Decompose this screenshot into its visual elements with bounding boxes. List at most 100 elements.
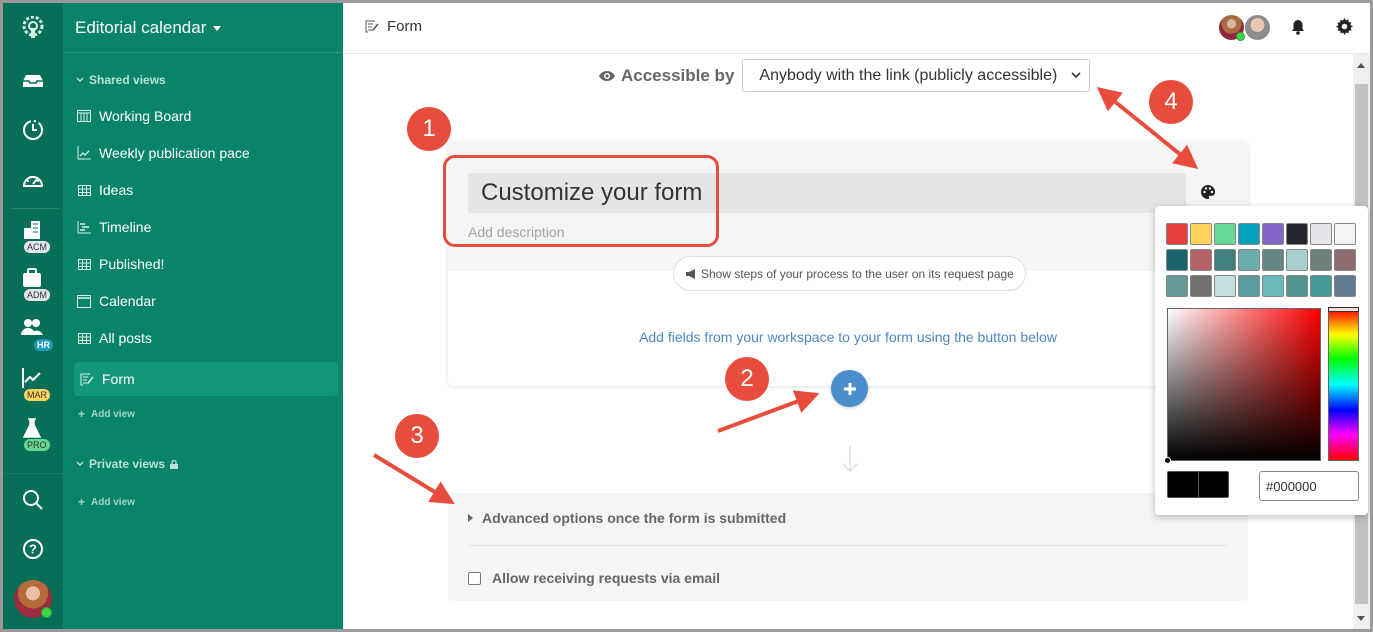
view-label: Published! — [99, 256, 165, 272]
color-swatch[interactable] — [1166, 275, 1188, 297]
briefcase-icon — [23, 268, 41, 287]
color-swatch[interactable] — [1334, 249, 1356, 271]
views-sidebar: Editorial calendar Shared views Working … — [63, 3, 343, 629]
hex-color-input[interactable]: #000000 — [1259, 471, 1359, 501]
palette-icon[interactable] — [1200, 184, 1216, 200]
logo-tree-icon[interactable] — [3, 3, 63, 52]
rail-divider — [11, 208, 59, 209]
caret-right-icon — [468, 514, 473, 522]
dashboard-gauge-icon[interactable] — [3, 160, 63, 200]
color-swatch[interactable] — [1190, 249, 1212, 271]
workspace-badge: ADM — [24, 289, 50, 301]
view-item-form[interactable]: Form — [74, 362, 338, 396]
online-status-dot — [1236, 32, 1245, 41]
add-field-button[interactable] — [831, 370, 868, 407]
inbox-icon[interactable] — [3, 61, 63, 101]
access-select[interactable]: Anybody with the link (publicly accessib… — [742, 59, 1091, 92]
color-swatch[interactable] — [1214, 223, 1236, 245]
workspace-pro[interactable]: PRO — [3, 417, 63, 461]
email-requests-checkbox[interactable] — [468, 571, 481, 585]
color-swatch[interactable] — [1262, 223, 1284, 245]
saturation-handle[interactable] — [1164, 457, 1171, 464]
previous-color — [1168, 472, 1199, 497]
help-icon[interactable]: ? — [3, 529, 63, 569]
section-label: Shared views — [89, 73, 166, 87]
shared-views-section[interactable]: Shared views — [76, 73, 166, 87]
color-swatch[interactable] — [1334, 223, 1356, 245]
add-private-view-button[interactable]: + Add view — [78, 495, 135, 509]
view-item-all-posts[interactable]: All posts — [71, 321, 335, 355]
view-item-timeline[interactable]: Timeline — [71, 210, 335, 244]
access-row: Accessible by Anybody with the link (pub… — [598, 59, 1091, 92]
view-item-ideas[interactable]: Ideas — [71, 173, 335, 207]
advanced-options-toggle[interactable]: Advanced options once the form is submit… — [468, 510, 786, 526]
color-swatch[interactable] — [1286, 275, 1308, 297]
email-requests-row: Allow receiving requests via email — [468, 570, 720, 586]
clock-icon[interactable] — [3, 110, 63, 150]
color-swatch[interactable] — [1310, 275, 1332, 297]
access-label: Accessible by — [598, 66, 734, 86]
workspace-mar[interactable]: MAR — [3, 367, 63, 411]
view-item-published[interactable]: Published! — [71, 247, 335, 281]
color-swatch[interactable] — [1310, 223, 1332, 245]
scroll-up-arrow[interactable] — [1357, 63, 1365, 68]
svg-text:?: ? — [29, 542, 37, 557]
user-avatar[interactable] — [14, 580, 52, 618]
color-swatch[interactable] — [1214, 275, 1236, 297]
timeline-icon — [76, 219, 92, 235]
workspace-hr[interactable]: HR — [3, 317, 63, 361]
divider — [468, 545, 1228, 546]
view-label: All posts — [99, 330, 152, 346]
section-label: Private views — [89, 457, 166, 471]
search-icon[interactable] — [3, 480, 63, 520]
hue-handle[interactable] — [1328, 307, 1359, 312]
color-swatch[interactable] — [1286, 249, 1308, 271]
megaphone-icon — [686, 268, 695, 279]
flask-icon — [22, 418, 42, 438]
caret-down-icon — [213, 26, 222, 31]
view-item-working-board[interactable]: Working Board — [71, 99, 335, 133]
workspace-acm[interactable]: ACM — [3, 219, 63, 263]
add-fields-help-text: Add fields from your workspace to your f… — [639, 329, 1057, 345]
add-view-label: Add view — [91, 408, 135, 420]
view-item-weekly-publication-pace[interactable]: Weekly publication pace — [71, 136, 335, 170]
color-swatch[interactable] — [1166, 249, 1188, 271]
color-swatch[interactable] — [1286, 223, 1308, 245]
workspace-adm[interactable]: ADM — [3, 267, 63, 311]
scroll-down-arrow[interactable] — [1357, 616, 1365, 621]
table-icon — [76, 256, 92, 272]
annotation-highlight-box — [443, 155, 719, 247]
board-icon — [76, 108, 92, 124]
calendar-icon — [76, 293, 92, 309]
show-steps-button[interactable]: Show steps of your process to the user o… — [673, 256, 1026, 291]
saturation-value-area[interactable] — [1164, 308, 1321, 464]
hue-slider[interactable] — [1328, 307, 1359, 461]
collaborators-avatars[interactable] — [1218, 14, 1278, 42]
color-swatch[interactable] — [1310, 249, 1332, 271]
color-swatch[interactable] — [1262, 275, 1284, 297]
color-swatch[interactable] — [1190, 223, 1212, 245]
color-swatch[interactable] — [1238, 275, 1260, 297]
private-views-section[interactable]: Private views — [76, 457, 179, 471]
color-picker-popover: #000000 — [1155, 206, 1368, 515]
color-swatch[interactable] — [1334, 275, 1356, 297]
color-swatch[interactable] — [1262, 249, 1284, 271]
avatar[interactable] — [1244, 14, 1271, 41]
color-swatch[interactable] — [1214, 249, 1236, 271]
gear-icon[interactable] — [1336, 18, 1353, 35]
annotation-marker-3: 3 — [395, 414, 439, 458]
annotation-marker-2: 2 — [725, 357, 769, 401]
plus-icon — [843, 382, 856, 395]
color-swatch[interactable] — [1238, 249, 1260, 271]
view-item-calendar[interactable]: Calendar — [71, 284, 335, 318]
avatar[interactable] — [1218, 14, 1245, 41]
color-swatch[interactable] — [1166, 223, 1188, 245]
bell-icon[interactable] — [1291, 19, 1305, 35]
color-swatch[interactable] — [1190, 275, 1212, 297]
color-swatch[interactable] — [1238, 223, 1260, 245]
add-shared-view-button[interactable]: + Add view — [78, 407, 135, 421]
email-requests-label[interactable]: Allow receiving requests via email — [492, 570, 720, 586]
workspace-title-dropdown[interactable]: Editorial calendar — [63, 3, 343, 53]
chevron-down-icon — [76, 461, 84, 467]
color-preview — [1167, 471, 1229, 498]
